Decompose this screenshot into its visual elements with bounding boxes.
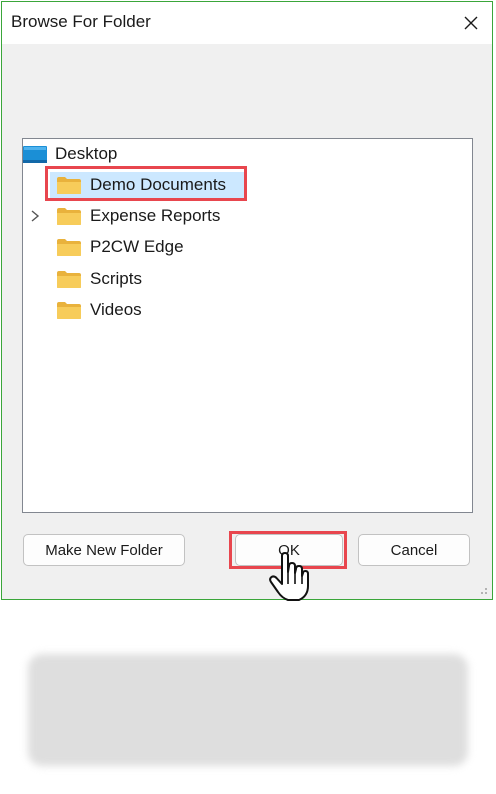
- tree-item-demo-documents[interactable]: Demo Documents: [50, 172, 244, 198]
- title-bar: Browse For Folder: [2, 2, 492, 44]
- tree-item-label: Demo Documents: [90, 175, 227, 194]
- make-new-folder-button[interactable]: Make New Folder: [23, 534, 185, 566]
- resize-grip-icon[interactable]: [478, 585, 488, 595]
- folder-icon: [57, 238, 81, 256]
- close-icon: [464, 16, 478, 30]
- blurred-region: [28, 654, 468, 766]
- folder-tree-view[interactable]: Desktop Demo Documents Expense Reports P…: [22, 138, 473, 513]
- tree-item-label: P2CW Edge: [90, 237, 184, 256]
- tree-item-label: Videos: [90, 300, 142, 319]
- tree-item-label: Desktop: [55, 144, 118, 163]
- cancel-label: Cancel: [390, 541, 438, 559]
- tree-item-videos[interactable]: Videos: [56, 297, 142, 323]
- hand-pointer-icon: [269, 552, 309, 601]
- tree-item-p2cw-edge[interactable]: P2CW Edge: [56, 234, 184, 260]
- tree-item-expense-reports[interactable]: Expense Reports: [56, 203, 220, 229]
- cancel-button[interactable]: Cancel: [358, 534, 470, 566]
- close-button[interactable]: [456, 8, 486, 38]
- dialog-title: Browse For Folder: [11, 12, 151, 31]
- chevron-right-icon[interactable]: [29, 209, 41, 223]
- folder-icon: [57, 270, 81, 288]
- folder-icon: [57, 176, 81, 194]
- tree-item-label: Expense Reports: [90, 206, 221, 225]
- tree-item-scripts[interactable]: Scripts: [56, 266, 142, 292]
- folder-icon: [57, 301, 81, 319]
- make-new-folder-label: Make New Folder: [45, 541, 163, 559]
- browse-for-folder-dialog: Browse For Folder Desktop Demo Documents: [1, 1, 493, 600]
- desktop-icon: [23, 145, 47, 163]
- tree-item-label: Scripts: [90, 269, 142, 288]
- tree-item-desktop[interactable]: Desktop: [23, 141, 117, 167]
- folder-icon: [57, 207, 81, 225]
